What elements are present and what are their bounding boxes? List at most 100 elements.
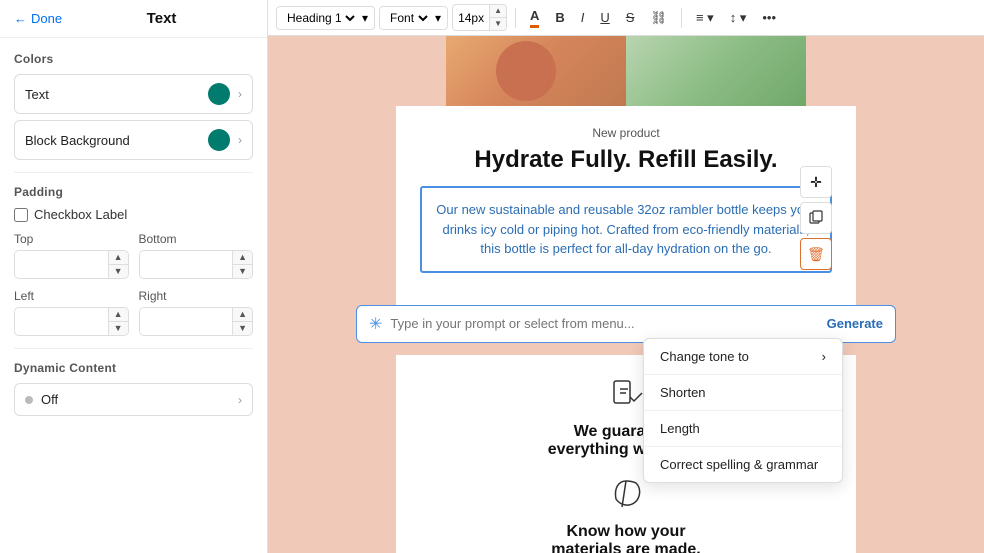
ai-prompt-input[interactable] bbox=[390, 316, 826, 331]
top-spinner[interactable]: 12px ▲ ▼ bbox=[14, 250, 129, 279]
checkbox-input[interactable] bbox=[14, 208, 28, 222]
divider-1 bbox=[14, 172, 253, 173]
float-actions: ✛ 🗑 bbox=[800, 166, 832, 270]
move-button[interactable]: ✛ bbox=[800, 166, 832, 198]
color-text-label: Text bbox=[25, 87, 208, 102]
top-spinner-btns: ▲ ▼ bbox=[108, 251, 128, 278]
ai-prompt-bar[interactable]: ✳ Generate bbox=[356, 305, 896, 343]
dropdown-item-length[interactable]: Length bbox=[644, 411, 842, 446]
copy-icon bbox=[809, 210, 823, 227]
new-product-label: New product bbox=[420, 126, 832, 140]
font-size-up-btn[interactable]: ▲ bbox=[490, 5, 506, 18]
product-images bbox=[446, 36, 806, 106]
ai-dropdown-menu: Change tone to › Shorten Length Correct … bbox=[643, 338, 843, 483]
main-area: Heading 1 Heading 2 Heading 3 ▾ Font ▾ ▲… bbox=[268, 0, 984, 553]
content-block: New product Hydrate Fully. Refill Easily… bbox=[396, 106, 856, 305]
panel-header: ← Done Text bbox=[0, 0, 267, 38]
dynamic-section-label: Dynamic Content bbox=[14, 361, 253, 375]
dropdown-shorten-label: Shorten bbox=[660, 385, 706, 400]
right-input[interactable]: 12px bbox=[140, 309, 233, 334]
generate-button[interactable]: Generate bbox=[827, 316, 883, 331]
left-input[interactable]: 12px bbox=[15, 309, 108, 334]
font-chevron-icon: ▾ bbox=[435, 11, 441, 25]
padding-bottom-col: Bottom 12px ▲ ▼ bbox=[139, 232, 254, 279]
ai-star-icon: ✳ bbox=[369, 314, 382, 334]
bottom-spinner[interactable]: 12px ▲ ▼ bbox=[139, 250, 254, 279]
align-icon: ≡ ▾ bbox=[696, 10, 714, 26]
panel-title: Text bbox=[147, 10, 177, 27]
dropdown-item-spelling[interactable]: Correct spelling & grammar bbox=[644, 447, 842, 482]
font-size-spinner-btns: ▲ ▼ bbox=[489, 5, 506, 29]
padding-left-col: Left 12px ▲ ▼ bbox=[14, 289, 129, 336]
font-color-btn[interactable]: A bbox=[524, 4, 545, 32]
bold-btn[interactable]: B bbox=[549, 6, 570, 29]
product-desc: Our new sustainable and reusable 32oz ra… bbox=[434, 200, 818, 259]
left-down-btn[interactable]: ▼ bbox=[109, 322, 128, 335]
delete-icon: 🗑 bbox=[807, 246, 825, 263]
canvas-wrapper: New product Hydrate Fully. Refill Easily… bbox=[268, 36, 984, 553]
checkbox-row[interactable]: Checkbox Label bbox=[14, 207, 253, 222]
left-spinner-btns: ▲ ▼ bbox=[108, 308, 128, 335]
left-panel: ← Done Text Colors Text › Block Backgrou… bbox=[0, 0, 268, 553]
top-down-btn[interactable]: ▼ bbox=[109, 265, 128, 278]
dropdown-item-shorten[interactable]: Shorten bbox=[644, 375, 842, 410]
dynamic-dot bbox=[25, 396, 33, 404]
font-select-wrapper[interactable]: Font ▾ bbox=[379, 6, 448, 30]
underline-btn[interactable]: U bbox=[594, 6, 615, 29]
bottom-up-btn[interactable]: ▲ bbox=[233, 251, 252, 265]
product-img-right bbox=[626, 36, 806, 106]
right-label: Right bbox=[139, 289, 254, 303]
materials-heading-2: materials are made. bbox=[416, 541, 836, 553]
color-row-background[interactable]: Block Background › bbox=[14, 120, 253, 160]
padding-right-col: Right 12px ▲ ▼ bbox=[139, 289, 254, 336]
top-up-btn[interactable]: ▲ bbox=[109, 251, 128, 265]
back-button[interactable]: ← Done bbox=[14, 11, 62, 26]
font-size-down-btn[interactable]: ▼ bbox=[490, 18, 506, 30]
padding-section-label: Padding bbox=[14, 185, 253, 199]
top-input[interactable]: 12px bbox=[15, 252, 108, 277]
move-icon: ✛ bbox=[810, 174, 822, 191]
bottom-input[interactable]: 12px bbox=[140, 252, 233, 277]
left-up-btn[interactable]: ▲ bbox=[109, 308, 128, 322]
product-heading: Hydrate Fully. Refill Easily. bbox=[420, 146, 832, 174]
font-color-icon: A bbox=[530, 8, 539, 28]
spacing-icon: ↕ ▾ bbox=[730, 10, 747, 26]
link-btn[interactable]: ⛓ bbox=[644, 6, 673, 30]
right-up-btn[interactable]: ▲ bbox=[233, 308, 252, 322]
dropdown-tone-arrow-icon: › bbox=[822, 349, 826, 364]
bottom-spinner-btns: ▲ ▼ bbox=[232, 251, 252, 278]
align-btn[interactable]: ≡ ▾ bbox=[690, 6, 720, 30]
color-row-text[interactable]: Text › bbox=[14, 74, 253, 114]
strikethrough-btn[interactable]: S bbox=[620, 6, 641, 29]
italic-btn[interactable]: I bbox=[575, 6, 591, 29]
leaf-icon bbox=[606, 475, 646, 515]
copy-button[interactable] bbox=[800, 202, 832, 234]
font-size-input[interactable] bbox=[453, 8, 489, 28]
toolbar-divider-1 bbox=[515, 8, 516, 28]
color-bg-swatch bbox=[208, 129, 230, 151]
right-down-btn[interactable]: ▼ bbox=[233, 322, 252, 335]
dropdown-tone-label: Change tone to bbox=[660, 349, 749, 364]
product-circle bbox=[496, 41, 556, 101]
more-btn[interactable]: ••• bbox=[756, 6, 782, 29]
bottom-down-btn[interactable]: ▼ bbox=[233, 265, 252, 278]
dropdown-spelling-label: Correct spelling & grammar bbox=[660, 457, 818, 472]
canvas-area: New product Hydrate Fully. Refill Easily… bbox=[268, 36, 984, 553]
heading-select-wrapper[interactable]: Heading 1 Heading 2 Heading 3 ▾ bbox=[276, 6, 375, 30]
padding-top-col: Top 12px ▲ ▼ bbox=[14, 232, 129, 279]
chevron-right-icon-2: › bbox=[238, 133, 242, 147]
product-desc-box[interactable]: Our new sustainable and reusable 32oz ra… bbox=[420, 186, 832, 273]
divider-2 bbox=[14, 348, 253, 349]
heading-select[interactable]: Heading 1 Heading 2 Heading 3 bbox=[283, 10, 358, 26]
panel-content: Colors Text › Block Background › Padding… bbox=[0, 38, 267, 553]
spacing-btn[interactable]: ↕ ▾ bbox=[724, 6, 753, 30]
color-bg-label: Block Background bbox=[25, 133, 208, 148]
font-select[interactable]: Font bbox=[386, 10, 431, 26]
dropdown-item-tone[interactable]: Change tone to › bbox=[644, 339, 842, 374]
left-spinner[interactable]: 12px ▲ ▼ bbox=[14, 307, 129, 336]
delete-button[interactable]: 🗑 bbox=[800, 238, 832, 270]
right-spinner[interactable]: 12px ▲ ▼ bbox=[139, 307, 254, 336]
dynamic-value-label: Off bbox=[41, 392, 238, 407]
dynamic-row[interactable]: Off › bbox=[14, 383, 253, 416]
font-size-wrapper[interactable]: ▲ ▼ bbox=[452, 4, 507, 30]
